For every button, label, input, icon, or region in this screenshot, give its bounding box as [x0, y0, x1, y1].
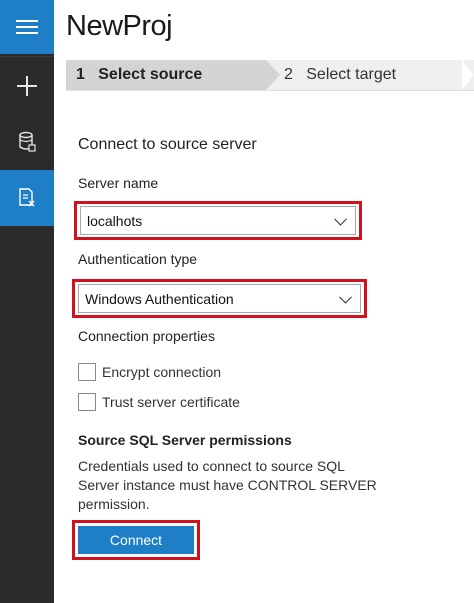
database-icon [19, 131, 36, 152]
step-select-target[interactable]: 2 Select target [266, 60, 474, 90]
plus-icon [17, 76, 37, 96]
database-button[interactable] [0, 114, 54, 170]
page-title: NewProj [66, 10, 173, 42]
chevron-down-icon [334, 212, 347, 226]
divider [66, 90, 474, 91]
nav-rail [0, 0, 54, 603]
auth-type-dropdown[interactable]: Windows Authentication [78, 284, 361, 313]
encrypt-connection-option[interactable]: Encrypt connection [78, 363, 221, 381]
step-label: Select target [306, 66, 397, 83]
wizard-steps: 2 Select target 1 Select source [66, 60, 474, 90]
trust-certificate-option[interactable]: Trust server certificate [78, 393, 240, 411]
permissions-title: Source SQL Server permissions [78, 432, 292, 448]
trust-certificate-checkbox[interactable] [78, 393, 96, 411]
permissions-text: Credentials used to connect to source SQ… [78, 458, 377, 512]
encrypt-connection-checkbox[interactable] [78, 363, 96, 381]
migration-icon [19, 188, 35, 207]
new-project-button[interactable] [0, 58, 54, 114]
chevron-down-icon [339, 290, 352, 304]
connection-properties-label: Connection properties [78, 328, 215, 344]
server-name-label: Server name [78, 175, 159, 191]
auth-type-value: Windows Authentication [85, 290, 234, 307]
auth-type-label: Authentication type [78, 251, 198, 267]
rail-divider [0, 56, 54, 57]
hamburger-icon [16, 20, 38, 34]
step-number: 1 [76, 66, 85, 83]
step-arrow [266, 60, 280, 90]
section-title: Connect to source server [78, 136, 257, 153]
server-name-value: localhots [87, 212, 143, 229]
server-name-dropdown[interactable]: localhots [80, 206, 356, 235]
migration-button[interactable] [0, 170, 54, 226]
step-arrow [462, 60, 474, 90]
menu-button[interactable] [0, 0, 54, 54]
step-select-source[interactable]: 1 Select source [66, 60, 266, 90]
checkbox-label: Encrypt connection [102, 364, 222, 380]
step-label: Select source [98, 66, 203, 83]
checkbox-label: Trust server certificate [102, 394, 240, 410]
connect-button[interactable]: Connect [78, 526, 194, 554]
step-number: 2 [284, 66, 293, 83]
